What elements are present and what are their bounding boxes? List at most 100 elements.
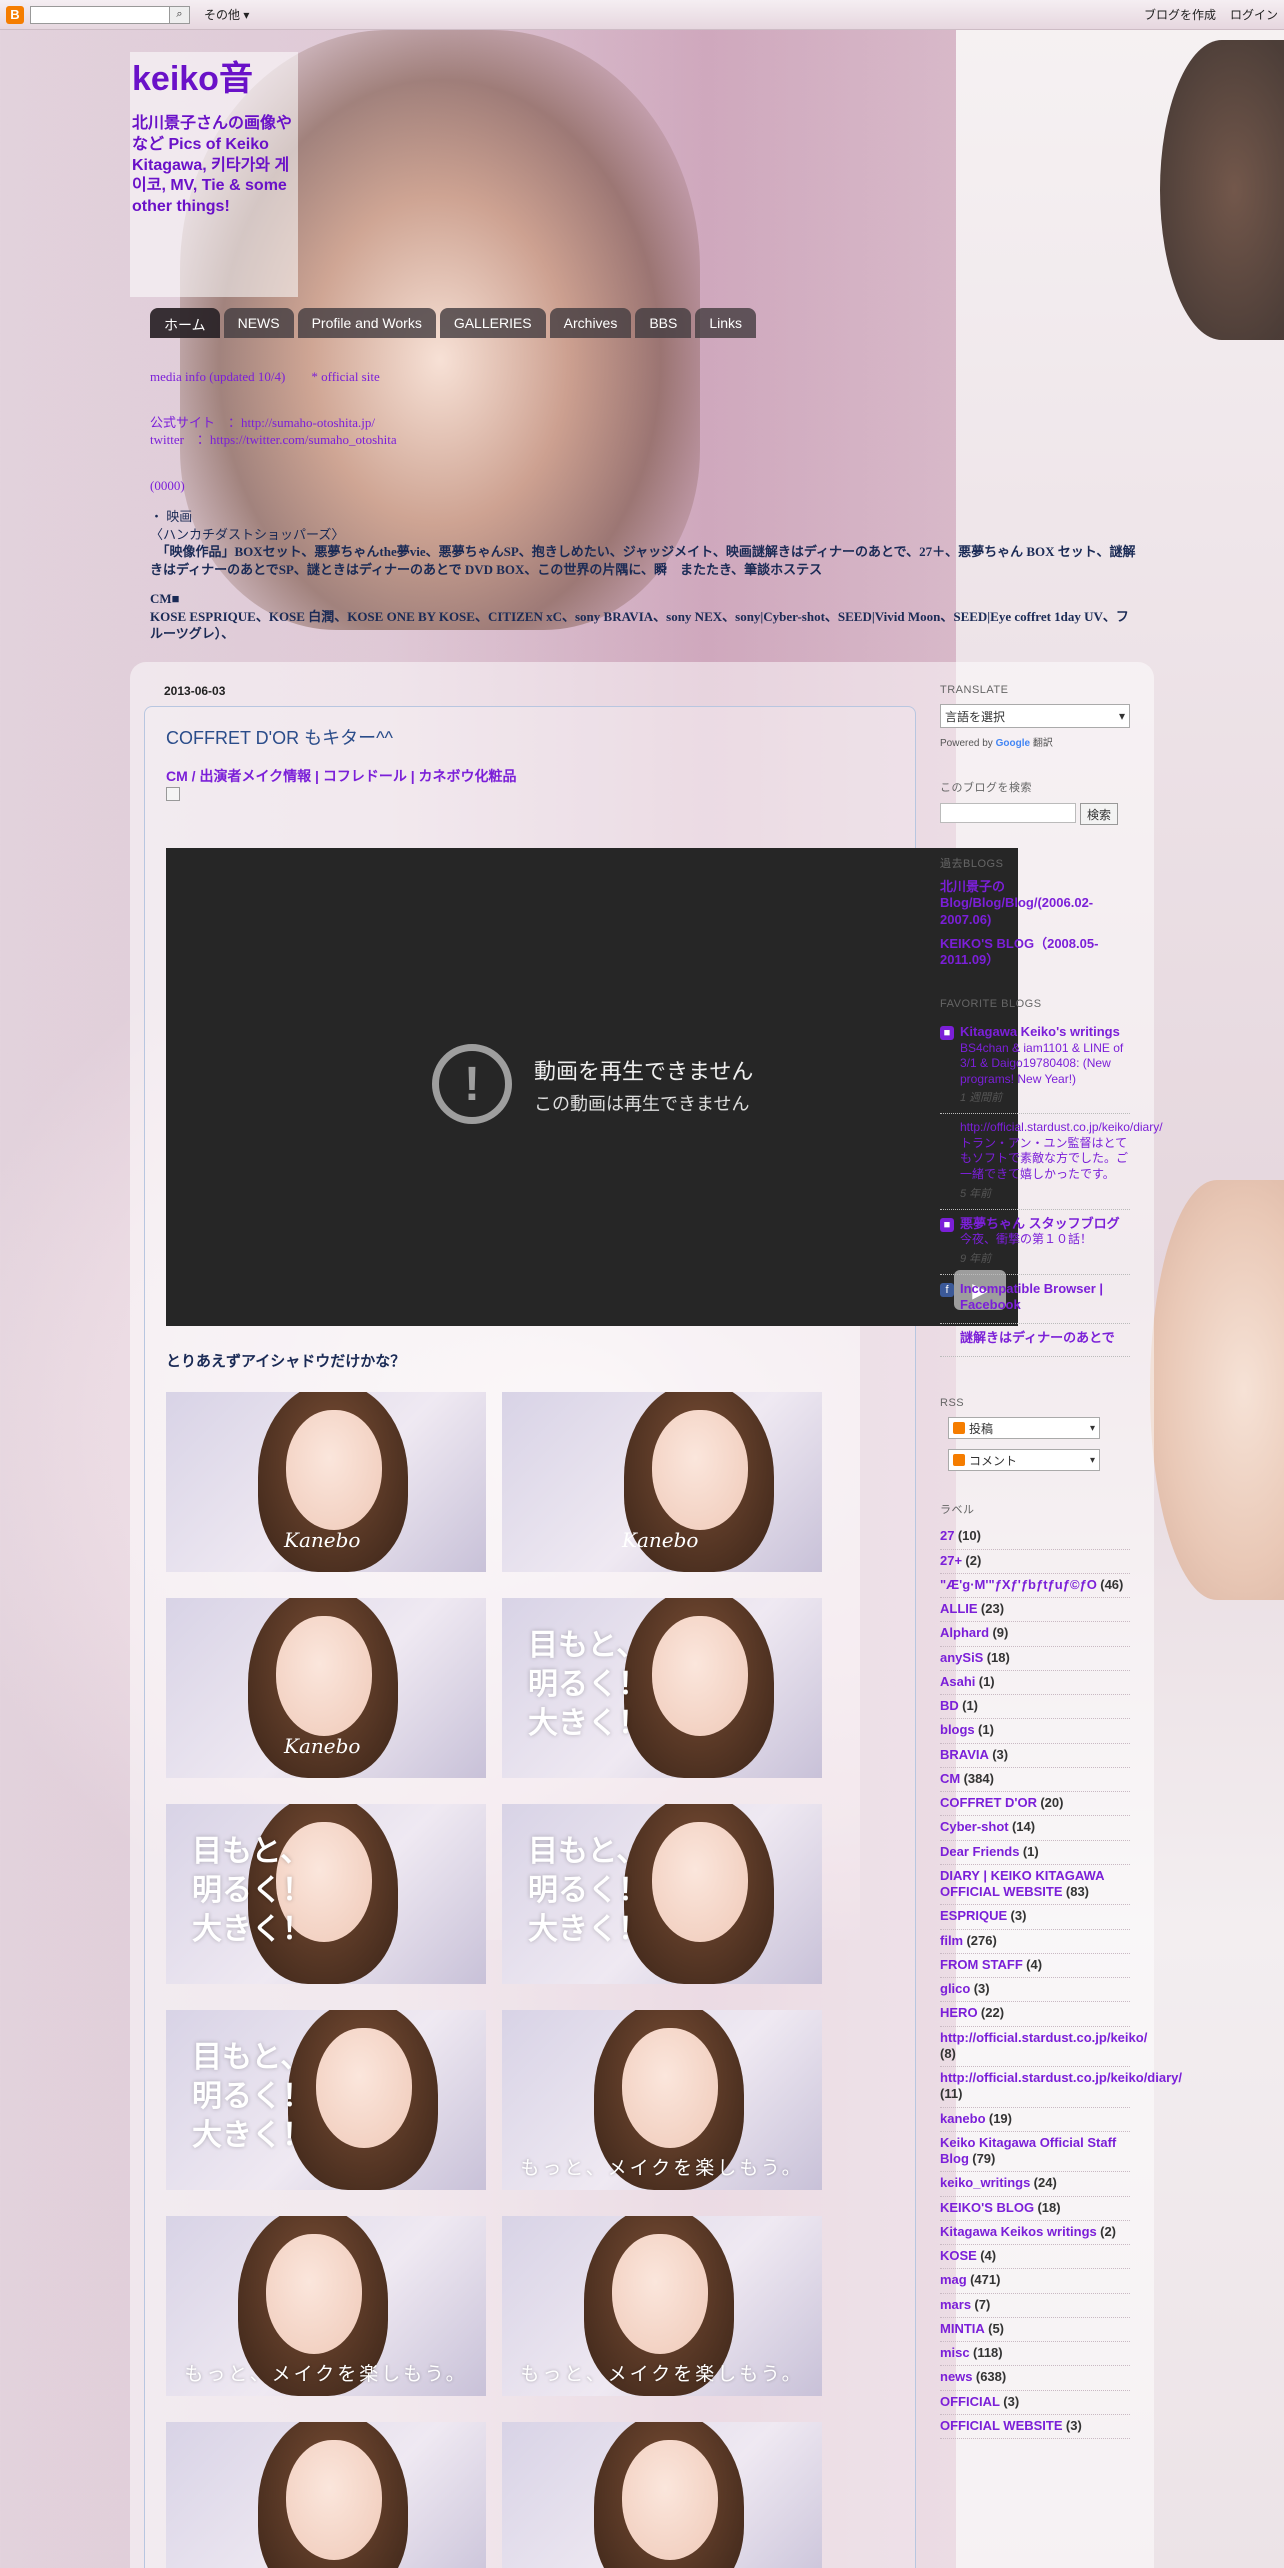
blog-search-button[interactable]: 検索 [1080,803,1119,825]
gallery-photo[interactable]: 目もと、 明るく！ 大きく！ [166,1804,486,1984]
favorite-blog-item[interactable]: f Incompatible Browser | Facebook [940,1275,1130,1324]
gallery-photo[interactable] [166,2422,486,2568]
label-count: (1) [978,1722,994,1738]
tab-0[interactable]: ホーム [150,308,220,338]
favorite-blog-title[interactable]: Incompatible Browser | Facebook [960,1281,1130,1314]
twitter-link[interactable]: twitter ：https://twitter.com/sumaho_otos… [150,431,1140,449]
label-link[interactable]: http://official.stardust.co.jp/keiko/ [940,2030,1147,2045]
label-link[interactable]: "Æ'g·M'"ƒXƒ'ƒbƒtƒuƒ©ƒO [940,1577,1097,1592]
label-link[interactable]: FROM STAFF [940,1957,1023,1972]
label-link[interactable]: misc [940,2345,970,2360]
favorite-blog-title[interactable]: 謎解きはディナーのあとで [960,1330,1130,1346]
label-link[interactable]: anySiS [940,1650,983,1665]
photo-face [622,2440,718,2560]
label-link[interactable]: Alphard [940,1625,989,1640]
label-link[interactable]: film [940,1933,963,1948]
label-link[interactable]: OFFICIAL [940,2394,1000,2409]
favorite-blog-snippet[interactable]: BS4chan & iam1101 & LINE of 3/1 & Daigo1… [960,1041,1130,1088]
label-link[interactable]: mag [940,2272,967,2287]
post-labels[interactable]: CM / 出演者メイク情報 | コフレドール | カネボウ化粧品 [166,766,517,786]
favorite-blog-title[interactable]: 悪夢ちゃん スタッフブログ [960,1216,1130,1232]
label-link[interactable]: BD [940,1698,959,1713]
gallery-photo[interactable]: 目もと、 明るく！ 大きく！ [502,1598,822,1778]
gallery-photo[interactable] [502,2422,822,2568]
blog-search-input[interactable] [940,803,1076,823]
gallery-photo[interactable]: 目もと、 明るく！ 大きく！ [166,2010,486,2190]
gallery-photo[interactable]: もっと、メイクを楽しもう。 [502,2216,822,2396]
create-blog-link[interactable]: ブログを作成 [1144,6,1216,23]
gallery-photo[interactable]: Kanebo [166,1598,486,1778]
video-player[interactable]: ! 動画を再生できません この動画は再生できません [166,848,1018,1326]
favorite-blog-item[interactable]: 謎解きはディナーのあとで [940,1324,1130,1358]
label-link[interactable]: OFFICIAL WEBSITE [940,2418,1063,2433]
label-link[interactable]: keiko_writings [940,2175,1030,2190]
navbar-search-input[interactable] [30,5,170,24]
language-select[interactable]: 言語を選択 ▾ [940,704,1130,728]
photo-face [652,1410,748,1530]
label-link[interactable]: KOSE [940,2248,977,2263]
gallery-photo[interactable]: 目もと、 明るく！ 大きく！ [502,1804,822,1984]
past-blog-link[interactable]: 北川景子のBlog/Blog/Blog/(2006.02-2007.06) [940,879,1130,928]
label-link[interactable]: BRAVIA [940,1747,989,1762]
label-link[interactable]: news [940,2369,973,2384]
label-link[interactable]: Kitagawa Keikos writings [940,2224,1097,2239]
label-count: (24) [1033,2175,1057,2191]
label-item: CM (384) [940,1768,1130,1792]
navbar-more-menu[interactable]: その他 ▾ [204,6,249,23]
gallery-photo[interactable]: Kanebo [166,1392,486,1572]
label-link[interactable]: mars [940,2297,971,2312]
post-title[interactable]: COFFRET D'OR もキター^^ [166,724,393,750]
rss-posts-button[interactable]: 投稿 ▾ [948,1417,1100,1440]
translate-link[interactable]: 翻訳 [1033,738,1053,749]
official-site-link[interactable]: 公式サイト ：http://sumaho-otoshita.jp/ [150,414,1140,432]
label-link[interactable]: http://official.stardust.co.jp/keiko/dia… [940,2070,1182,2085]
label-link[interactable]: MINTIA [940,2321,985,2336]
label-link[interactable]: ESPRIQUE [940,1908,1007,1923]
favorite-blog-item[interactable]: ■ Kitagawa Keiko's writings BS4chan & iam1… [940,1018,1130,1115]
label-link[interactable]: COFFRET D'OR [940,1795,1037,1810]
gallery-photo[interactable]: もっと、メイクを楽しもう。 [166,2216,486,2396]
magnifier-icon[interactable]: ⌕ [170,5,190,24]
label-link[interactable]: Dear Friends [940,1844,1019,1859]
login-link[interactable]: ログイン [1230,6,1278,23]
label-link[interactable]: glico [940,1981,970,1996]
media-info-line[interactable]: media info (updated 10/4) * official sit… [150,368,1140,386]
label-link[interactable]: ALLIE [940,1601,978,1616]
tab-1[interactable]: NEWS [223,308,294,338]
label-link[interactable]: CM [940,1771,960,1786]
tab-5[interactable]: BBS [635,308,692,338]
label-link[interactable]: Keiko Kitagawa Official Staff Blog [940,2135,1116,2166]
rss-comments-button[interactable]: コメント ▾ [948,1449,1100,1472]
tab-6[interactable]: Links [695,308,757,338]
gallery-photo[interactable]: Kanebo [502,1392,822,1572]
tab-4[interactable]: Archives [549,308,632,338]
photo-face [286,2440,382,2560]
favorite-blog-snippet[interactable]: http://official.stardust.co.jp/keiko/dia… [960,1120,1163,1182]
favorite-blog-snippet[interactable]: 今夜、衝撃の第１０話！ [960,1232,1130,1248]
label-count: (7) [974,2296,991,2312]
label-link[interactable]: kanebo [940,2111,986,2126]
label-link[interactable]: 27 [940,1528,954,1543]
search-widget: このブログを検索 検索 [940,779,1130,825]
favorite-blog-item[interactable]: http://official.stardust.co.jp/keiko/dia… [940,1114,1163,1210]
favorite-blog-title[interactable]: Kitagawa Keiko's writings [960,1024,1130,1040]
past-blog-link[interactable]: KEIKO'S BLOG（2008.05-2011.09） [940,936,1130,969]
gallery-photo[interactable]: もっと、メイクを楽しもう。 [502,2010,822,2190]
label-link[interactable]: 27+ [940,1553,962,1568]
label-link[interactable]: Cyber-shot [940,1819,1009,1834]
label-link[interactable]: KEIKO'S BLOG [940,2200,1034,2215]
label-link[interactable]: blogs [940,1722,975,1737]
tab-2[interactable]: Profile and Works [297,308,436,338]
blogger-logo-icon[interactable]: B [6,5,24,24]
translate-widget: TRANSLATE 言語を選択 ▾ Powered by Google 翻訳 [940,684,1130,749]
label-link[interactable]: Asahi [940,1674,975,1689]
label-link[interactable]: HERO [940,2005,978,2020]
label-item: 27 (10) [940,1525,1130,1550]
favorite-blog-item[interactable]: ■ 悪夢ちゃん スタッフブログ 今夜、衝撃の第１０話！ 9 年前 [940,1210,1130,1275]
blog-title[interactable]: keiko音 [132,62,296,96]
tab-3[interactable]: GALLERIES [439,308,546,338]
sidebar: TRANSLATE 言語を選択 ▾ Powered by Google 翻訳 この… [940,684,1182,2439]
label-item: KOSE (4) [940,2245,1130,2270]
powered-by-google: Powered by Google 翻訳 [940,738,1053,749]
label-count: (10) [957,1528,981,1544]
